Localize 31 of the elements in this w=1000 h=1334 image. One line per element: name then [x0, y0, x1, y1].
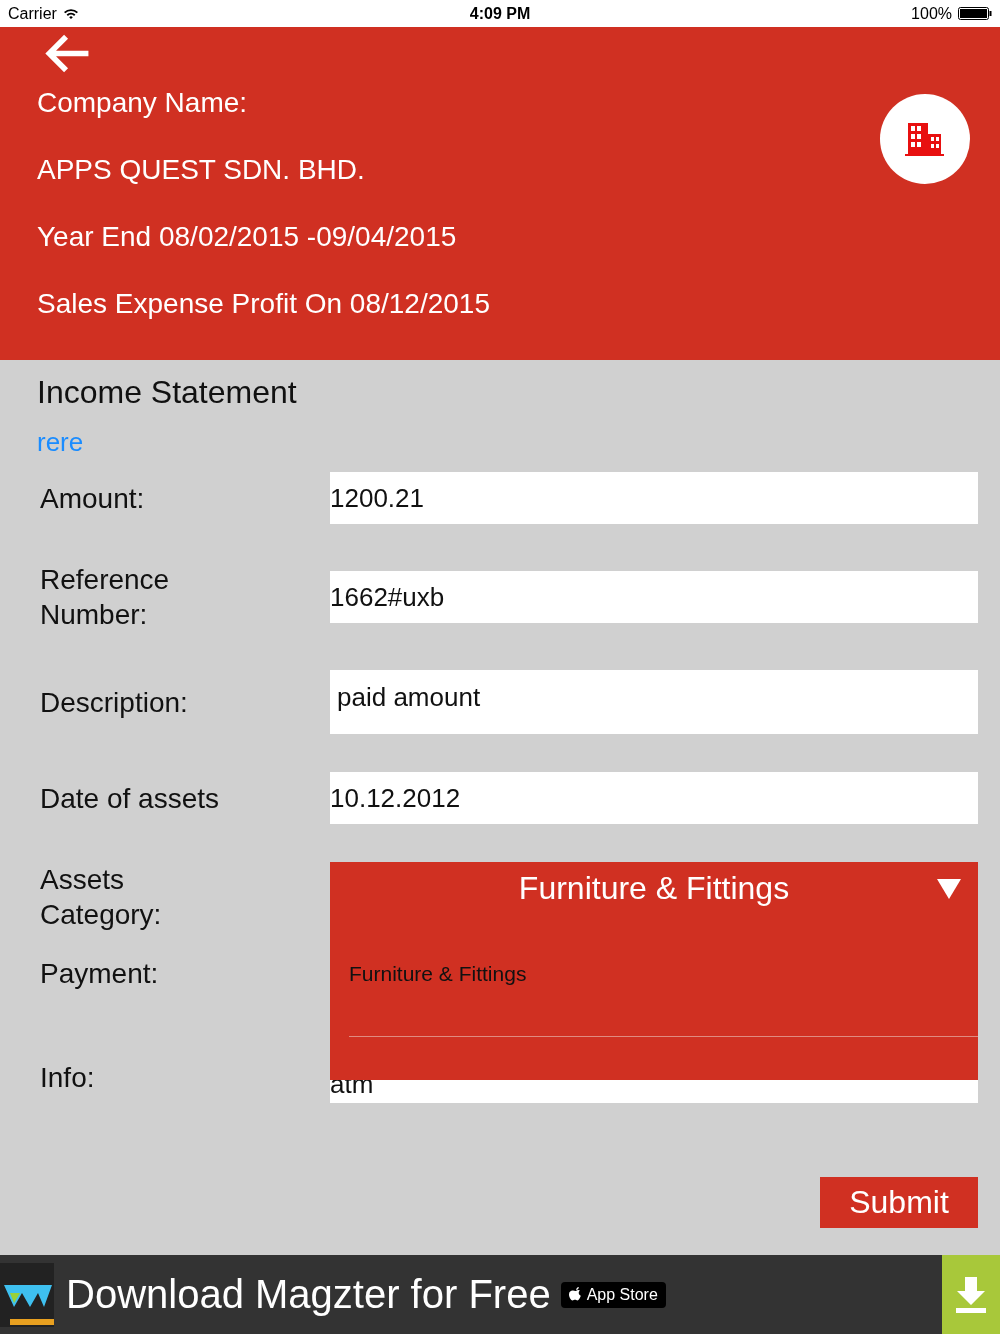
- ad-text: Download Magzter for Free: [66, 1272, 551, 1317]
- field-label: Assets Category:: [39, 863, 163, 932]
- input-field[interactable]: 1662#uxb: [330, 571, 978, 623]
- company-name: APPS QUEST SDN. BHD.: [37, 155, 365, 187]
- field-label: Amount:: [39, 481, 146, 516]
- wifi-icon: [62, 7, 79, 20]
- company-label: Company Name:: [37, 88, 248, 120]
- clock-time: 4:09 PM: [469, 4, 531, 23]
- field-label: Date of assets: [39, 781, 220, 816]
- year-end-text: Year End 08/02/2015 -09/04/2015: [37, 222, 457, 254]
- field-label: Payment:: [39, 957, 160, 991]
- caret-icon: [937, 879, 961, 899]
- battery-icon: [958, 7, 992, 20]
- submit-button[interactable]: Submit: [820, 1177, 978, 1228]
- magzter-logo-icon: [0, 1262, 54, 1327]
- building-icon: [905, 122, 945, 156]
- field-label: Description:: [39, 685, 189, 720]
- dropdown-option[interactable]: Furniture & Fittings: [349, 962, 978, 1037]
- report-text: Sales Expense Profit On 08/12/2015: [37, 289, 490, 321]
- field-label: Reference Number:: [39, 563, 171, 632]
- section-title: Income Statement: [37, 374, 297, 411]
- input-field[interactable]: 1200.21: [330, 472, 978, 524]
- input-field[interactable]: 10.12.2012: [330, 772, 978, 824]
- field-label: Info:: [39, 1060, 96, 1095]
- battery-percent: 100%: [911, 4, 952, 23]
- category-dropdown[interactable]: Furniture & Fittings: [330, 862, 978, 914]
- carrier-label: Carrier: [8, 4, 57, 23]
- ad-banner[interactable]: Download Magzter for Free App Store: [0, 1255, 1000, 1334]
- input-field[interactable]: paid amount: [330, 670, 978, 734]
- app-store-badge[interactable]: App Store: [560, 1281, 666, 1308]
- apple-icon: [568, 1286, 583, 1303]
